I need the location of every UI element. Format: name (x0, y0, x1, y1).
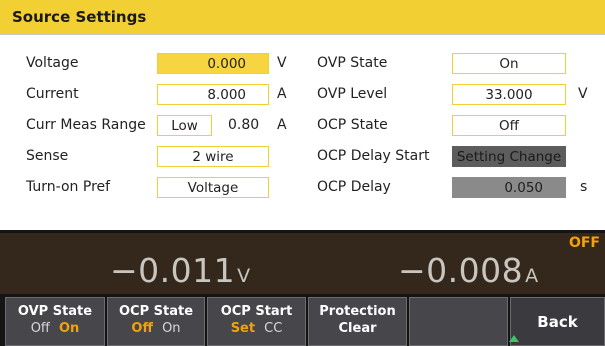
ovp-level-field[interactable]: 33.000 (452, 84, 566, 105)
ocp-delay-start-label: OCP Delay Start (317, 148, 430, 164)
ocp-delay-value: 0.050 (504, 179, 543, 196)
ocp-delay-start-value: Setting Change (456, 148, 562, 165)
protection-clear-softkey[interactable]: Protection Clear (308, 297, 407, 346)
ocp-state-softkey-off: Off (131, 321, 154, 336)
current-value: 8.000 (207, 86, 246, 103)
ovp-state-softkey-on: On (58, 321, 80, 336)
settings-panel: Voltage 0.000 V Current 8.000 A Curr Mea… (0, 34, 605, 231)
turn-on-pref-label: Turn-on Pref (26, 179, 111, 195)
ocp-state-softkey-on: On (162, 321, 181, 336)
turn-on-pref-field[interactable]: Voltage (157, 177, 269, 198)
back-softkey-label: Back (537, 313, 578, 331)
voltage-label: Voltage (26, 55, 79, 71)
protection-softkey-label: Protection (319, 304, 396, 319)
ovp-state-softkey-off: Off (30, 321, 50, 336)
voltage-field[interactable]: 0.000 (157, 53, 269, 74)
sense-label: Sense (26, 148, 69, 164)
ocp-state-field[interactable]: Off (452, 115, 566, 136)
ocp-delay-field[interactable]: 0.050 (452, 177, 566, 198)
measured-voltage: −0.011 V (110, 251, 251, 290)
up-arrow-icon (509, 335, 519, 342)
ocp-start-softkey-label: OCP Start (220, 304, 293, 319)
voltage-unit: V (277, 55, 287, 71)
current-unit: A (277, 86, 287, 102)
measured-voltage-value: −0.011 (110, 251, 236, 290)
ocp-start-softkey-cc: CC (264, 321, 283, 336)
measured-current-value: −0.008 (398, 251, 524, 290)
curr-meas-range-label: Curr Meas Range (26, 117, 146, 133)
ocp-state-label: OCP State (317, 117, 388, 133)
empty-softkey (409, 297, 508, 346)
ovp-state-value: On (499, 55, 519, 72)
measured-current: −0.008 A (398, 251, 539, 290)
ocp-start-softkey-set: Set (230, 321, 256, 336)
ovp-state-field[interactable]: On (452, 53, 566, 74)
ovp-level-label: OVP Level (317, 86, 388, 102)
ocp-delay-start-field[interactable]: Setting Change (452, 146, 566, 167)
measured-current-unit: A (525, 265, 539, 287)
sense-field[interactable]: 2 wire (157, 146, 269, 167)
curr-meas-range-value: 0.80 (228, 117, 260, 133)
turn-on-pref-value: Voltage (187, 179, 239, 196)
curr-meas-range-option: Low (171, 117, 198, 134)
ocp-state-softkey-label: OCP State (118, 304, 194, 319)
back-softkey[interactable]: Back (510, 297, 605, 346)
protection-softkey-sub: Clear (338, 321, 377, 336)
output-state-badge: OFF (563, 233, 605, 253)
measurement-display: −0.011 V −0.008 A OFF (0, 230, 605, 297)
ocp-delay-label: OCP Delay (317, 179, 391, 195)
ocp-delay-unit: s (580, 179, 588, 195)
ovp-level-value: 33.000 (485, 86, 533, 103)
ovp-state-softkey[interactable]: OVP State Off On (5, 297, 105, 346)
measured-voltage-unit: V (237, 265, 251, 287)
curr-meas-range-unit: A (277, 117, 287, 133)
title-bar: Source Settings (0, 0, 605, 34)
current-label: Current (26, 86, 79, 102)
ocp-state-softkey[interactable]: OCP State Off On (107, 297, 205, 346)
sense-value: 2 wire (192, 148, 234, 165)
ovp-state-label: OVP State (317, 55, 388, 71)
page-title: Source Settings (12, 8, 147, 26)
current-field[interactable]: 8.000 (157, 84, 269, 105)
voltage-value: 0.000 (207, 55, 246, 72)
ovp-level-unit: V (578, 86, 588, 102)
ocp-start-softkey[interactable]: OCP Start Set CC (207, 297, 306, 346)
ocp-state-value: Off (499, 117, 519, 134)
curr-meas-range-field[interactable]: Low (157, 115, 212, 136)
ovp-state-softkey-label: OVP State (17, 304, 93, 319)
